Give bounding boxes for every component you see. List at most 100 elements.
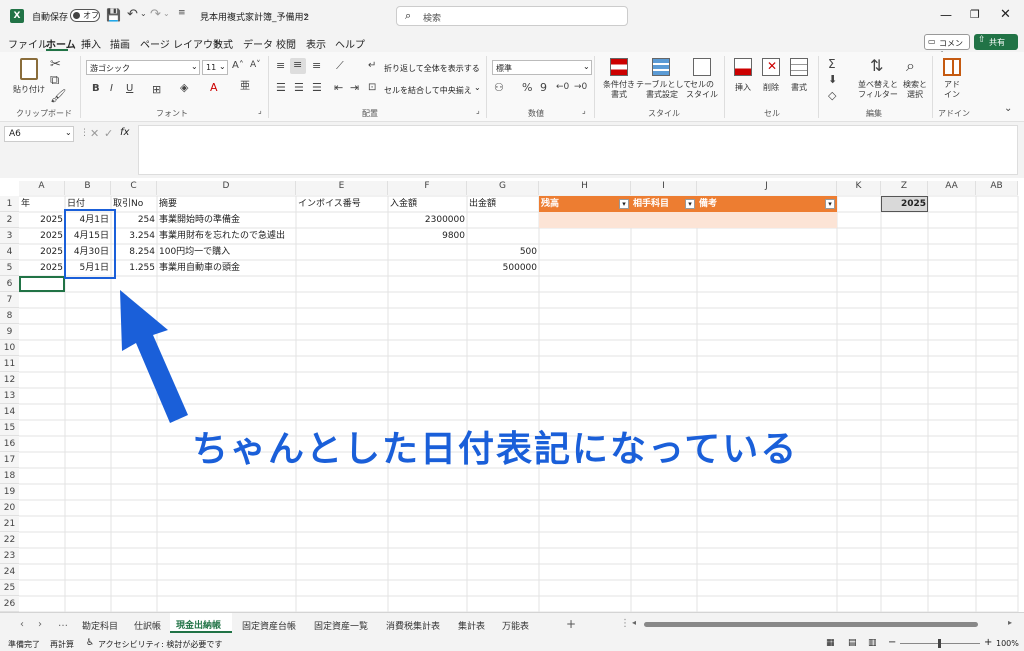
sheet-tab-5[interactable]: 固定資産一覧 bbox=[314, 619, 368, 632]
find-select-button[interactable]: ⌕ 検索と 選択 bbox=[900, 56, 930, 102]
delete-cells-button[interactable]: ✕ 削除 bbox=[758, 56, 784, 96]
insert-cells-button[interactable]: 挿入 bbox=[730, 56, 756, 96]
redo-icon[interactable]: ↷ bbox=[150, 8, 161, 21]
italic-icon[interactable]: I bbox=[110, 84, 113, 94]
cell-styles-button[interactable]: セルの スタイル bbox=[686, 56, 718, 102]
font-color-icon[interactable]: A bbox=[210, 82, 218, 93]
row-header[interactable]: 22 bbox=[0, 532, 19, 548]
row-header[interactable]: 11 bbox=[0, 356, 19, 372]
column-header-k[interactable]: K bbox=[837, 181, 881, 195]
zoom-slider[interactable] bbox=[900, 639, 980, 648]
tab-help[interactable]: ヘルプ bbox=[335, 36, 365, 51]
tab-view[interactable]: 表示 bbox=[306, 36, 326, 51]
row-header[interactable]: 4 bbox=[0, 244, 19, 260]
tabs-more-icon[interactable]: … bbox=[58, 618, 68, 629]
undo-icon[interactable]: ↶ bbox=[127, 8, 138, 21]
phonetic-icon[interactable]: 亜 bbox=[240, 82, 250, 92]
column-header-d[interactable]: D bbox=[157, 181, 296, 195]
row-header[interactable]: 10 bbox=[0, 340, 19, 356]
cell-d5[interactable]: 事業用自動車の頭金 bbox=[157, 260, 337, 276]
name-box[interactable]: A6 ⌄ bbox=[4, 126, 74, 142]
active-cell[interactable] bbox=[19, 276, 65, 292]
column-header-a[interactable]: A bbox=[19, 181, 65, 195]
horizontal-scrollbar[interactable] bbox=[644, 622, 978, 627]
cell-a3[interactable]: 2025 bbox=[19, 228, 65, 244]
share-button[interactable]: ⇧ 共有 bbox=[974, 34, 1018, 50]
cell-d3[interactable]: 事業用財布を忘れたので急遽出 bbox=[157, 228, 337, 244]
page-layout-view-icon[interactable]: ▤ bbox=[848, 638, 857, 648]
cell-f5[interactable] bbox=[388, 260, 467, 276]
wrap-text-button[interactable]: ↵ 折り返して全体を表示する bbox=[368, 60, 480, 76]
add-sheet-icon[interactable]: + bbox=[566, 617, 576, 631]
dialog-launcher-icon[interactable]: ⌟ bbox=[476, 107, 480, 115]
cell-g3[interactable] bbox=[467, 228, 539, 244]
active-sheet-tab[interactable]: 現金出納帳 bbox=[170, 613, 232, 633]
row-header[interactable]: 21 bbox=[0, 516, 19, 532]
font-size-select[interactable]: 11 ⌄ bbox=[202, 60, 228, 75]
tab-formulas[interactable]: 数式 bbox=[213, 36, 233, 51]
close-icon[interactable]: ✕ bbox=[1000, 7, 1011, 22]
decrease-decimal-icon[interactable]: →0 bbox=[574, 83, 587, 92]
document-title[interactable]: 見本用複式家計簿_予備用2 bbox=[200, 10, 309, 23]
zoom-in-icon[interactable]: + bbox=[984, 637, 992, 648]
borders-icon[interactable]: ⊞ bbox=[152, 84, 161, 95]
column-header-c[interactable]: C bbox=[111, 181, 157, 195]
cell-i1[interactable]: 相手科目 bbox=[631, 196, 697, 212]
cell-a5[interactable]: 2025 bbox=[19, 260, 65, 276]
row-header[interactable]: 6 bbox=[0, 276, 19, 292]
row-header[interactable]: 12 bbox=[0, 372, 19, 388]
zoom-out-icon[interactable]: − bbox=[888, 637, 896, 648]
sheet-tab-7[interactable]: 集計表 bbox=[458, 619, 485, 632]
cell-z1[interactable]: 2025 bbox=[881, 196, 928, 212]
font-name-select[interactable]: 游ゴシック ⌄ bbox=[86, 60, 200, 75]
column-header-e[interactable]: E bbox=[296, 181, 388, 195]
chevron-down-icon[interactable]: ⌄ bbox=[163, 10, 170, 18]
cell-g2[interactable] bbox=[467, 212, 539, 228]
underline-icon[interactable]: U bbox=[126, 84, 133, 94]
formula-input[interactable] bbox=[138, 125, 1018, 175]
increase-font-icon[interactable]: A˄ bbox=[232, 61, 244, 71]
row-header[interactable]: 1 bbox=[0, 196, 19, 212]
sheet-tab-1[interactable]: 勘定科目 bbox=[82, 619, 118, 632]
conditional-format-button[interactable]: 条件付き 書式 bbox=[600, 56, 638, 102]
row-header[interactable]: 7 bbox=[0, 292, 19, 308]
cell-c2[interactable]: 254 bbox=[111, 212, 157, 228]
column-header-i[interactable]: I bbox=[631, 181, 697, 195]
cell-f1[interactable]: 入金額 bbox=[388, 196, 467, 212]
tab-data[interactable]: データ bbox=[243, 36, 273, 51]
indent-icon[interactable]: ⇥ bbox=[350, 82, 359, 93]
row-header[interactable]: 18 bbox=[0, 468, 19, 484]
restore-icon[interactable]: ❐ bbox=[970, 8, 980, 21]
cell-d4[interactable]: 100円均一で購入 bbox=[157, 244, 337, 260]
cell-f3[interactable]: 9800 bbox=[388, 228, 467, 244]
row-header[interactable]: 8 bbox=[0, 308, 19, 324]
align-left-icon[interactable]: ☰ bbox=[276, 82, 286, 93]
cell-c3[interactable]: 3.254 bbox=[111, 228, 157, 244]
column-header-aa[interactable]: AA bbox=[928, 181, 976, 195]
row-header[interactable]: 17 bbox=[0, 452, 19, 468]
enter-icon[interactable]: ✓ bbox=[104, 127, 113, 140]
fill-icon[interactable]: ⬇ bbox=[828, 74, 837, 85]
number-format-select[interactable]: 標準 ⌄ bbox=[492, 60, 592, 75]
column-header-z[interactable]: Z bbox=[881, 181, 928, 195]
increase-decimal-icon[interactable]: ←0 bbox=[556, 83, 569, 92]
row-header[interactable]: 16 bbox=[0, 436, 19, 452]
row-header[interactable]: 2 bbox=[0, 212, 19, 228]
cell-g5[interactable]: 500000 bbox=[467, 260, 539, 276]
hscroll-left-icon[interactable]: ◂ bbox=[632, 618, 636, 627]
sort-filter-button[interactable]: ⇅ 並べ替えと フィルター bbox=[856, 56, 900, 102]
hscroll-right-icon[interactable]: ▸ bbox=[1008, 618, 1012, 627]
copy-icon[interactable]: ⧉ bbox=[50, 74, 59, 87]
cell-h1[interactable]: 残高 bbox=[539, 196, 631, 212]
sheet-tab-8[interactable]: 万能表 bbox=[502, 619, 529, 632]
align-top-icon[interactable]: ≡ bbox=[276, 60, 285, 71]
dialog-launcher-icon[interactable]: ⌟ bbox=[582, 107, 586, 115]
insert-function-icon[interactable]: fx bbox=[120, 127, 129, 138]
cell-d2[interactable]: 事業開始時の準備金 bbox=[157, 212, 337, 228]
cell-c5[interactable]: 1.255 bbox=[111, 260, 157, 276]
cell-a4[interactable]: 2025 bbox=[19, 244, 65, 260]
row-header[interactable]: 26 bbox=[0, 596, 19, 612]
outdent-icon[interactable]: ⇤ bbox=[334, 82, 343, 93]
row-header[interactable]: 20 bbox=[0, 500, 19, 516]
sheet-tab-6[interactable]: 消費税集計表 bbox=[386, 619, 440, 632]
